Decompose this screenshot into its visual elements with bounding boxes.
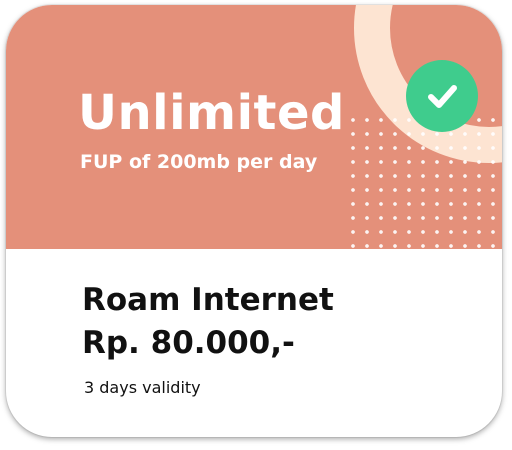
validity-text: 3 days validity bbox=[84, 378, 201, 397]
check-icon bbox=[428, 85, 457, 108]
decorative-dot-pattern bbox=[346, 113, 502, 249]
card-header: Unlimited FUP of 200mb per day bbox=[6, 5, 502, 249]
page: Unlimited FUP of 200mb per day Roam Inte… bbox=[0, 0, 512, 450]
package-card[interactable]: Unlimited FUP of 200mb per day Roam Inte… bbox=[6, 5, 502, 437]
plan-subtitle: FUP of 200mb per day bbox=[80, 151, 318, 173]
product-price: Rp. 80.000,- bbox=[82, 325, 295, 361]
selected-badge bbox=[406, 60, 478, 132]
product-name: Roam Internet bbox=[82, 282, 334, 318]
plan-title: Unlimited bbox=[78, 85, 345, 141]
